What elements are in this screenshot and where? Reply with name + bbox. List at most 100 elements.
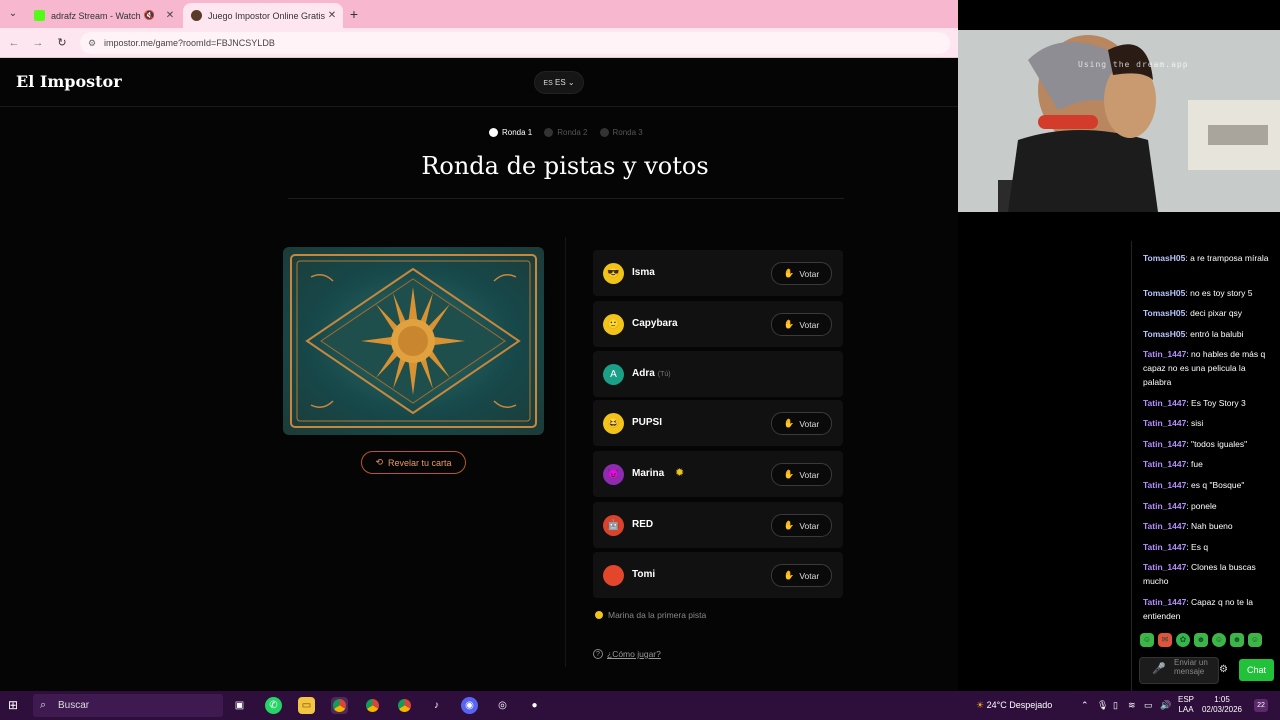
language-selector[interactable]: ES ES ⌄ <box>534 71 584 94</box>
how-to-play-link[interactable]: ? ¿Cómo jugar? <box>593 649 661 659</box>
whatsapp-icon[interactable]: ✆ <box>265 697 282 714</box>
emote-icon[interactable]: ✉ <box>1158 633 1172 647</box>
system-clock[interactable]: 1:05 02/03/2026 <box>1200 695 1244 715</box>
vote-button[interactable]: ✋ Votar <box>771 412 832 435</box>
chat-username[interactable]: Tatin_1447 <box>1143 398 1186 408</box>
back-arrow-icon[interactable]: ← <box>6 35 22 51</box>
tray-wifi-icon[interactable]: ≋ <box>1128 691 1136 720</box>
chat-username[interactable]: Tatin_1447 <box>1143 562 1186 572</box>
chat-message-input[interactable]: 🎤 Enviar un mensaje <box>1139 657 1219 684</box>
vote-button[interactable]: ✋ Votar <box>771 564 832 587</box>
player-avatar-icon: 😆 <box>603 413 624 434</box>
emote-icon[interactable]: ☺ <box>1140 633 1154 647</box>
tab-search-chevron-icon[interactable]: ⌄ <box>4 6 22 22</box>
browser-tab-kick[interactable]: adrafz Stream - Watch Live 🔇 ✕ <box>26 3 181 28</box>
brand-logo[interactable]: El Impostor <box>16 72 122 91</box>
chat-settings-gear-icon[interactable]: ⚙ <box>1219 664 1228 675</box>
player-row-tomi: ● Tomi ✋ Votar <box>593 552 843 598</box>
windows-taskbar: ⊞ ⌕ Buscar ▣ ✆ ▭ ♪ ◉ ◎ ● ☀ 24°C Despejad… <box>0 691 1280 720</box>
emote-icon[interactable]: ✿ <box>1176 633 1190 647</box>
send-chat-button[interactable]: Chat <box>1239 659 1274 681</box>
chat-input-placeholder: Enviar un mensaje <box>1174 658 1208 676</box>
emote-icon[interactable]: ☻ <box>1194 633 1208 647</box>
chrome-profile-3-icon[interactable] <box>396 697 413 714</box>
tray-app-icon[interactable]: ▯ <box>1113 691 1118 720</box>
close-tab-icon[interactable]: ✕ <box>163 10 177 21</box>
chat-message: Tatin_1447: sisi <box>1143 416 1275 430</box>
windows-start-icon[interactable]: ⊞ <box>8 698 22 712</box>
address-bar[interactable]: ⚙ impostor.me/game?roomId=FBJNCSYLDB <box>80 32 950 54</box>
new-tab-plus-icon[interactable]: + <box>346 6 362 22</box>
chat-username[interactable]: TomasH05 <box>1143 308 1185 318</box>
site-settings-icon[interactable]: ⚙ <box>88 32 96 54</box>
emote-icon[interactable]: ☺ <box>1212 633 1226 647</box>
tiktok-icon[interactable]: ♪ <box>428 697 445 714</box>
vote-button[interactable]: ✋ Votar <box>771 313 832 336</box>
tab-title: Juego Impostor Online Gratis <box>208 10 325 21</box>
github-icon[interactable]: ● <box>526 697 543 714</box>
you-tag: (Tú) <box>657 371 671 378</box>
chat-username[interactable]: Tatin_1447 <box>1143 459 1186 469</box>
microphone-icon[interactable]: 🎤 <box>1152 664 1166 675</box>
chat-username[interactable]: Tatin_1447 <box>1143 597 1186 607</box>
round-label: Ronda 1 <box>502 128 533 137</box>
tray-volume-icon[interactable]: 🔊 <box>1160 691 1171 720</box>
card-sun-ornament <box>290 254 537 428</box>
chat-username[interactable]: TomasH05 <box>1143 253 1185 263</box>
vote-label: Votar <box>799 469 820 480</box>
discord-icon[interactable]: ◉ <box>461 697 478 714</box>
player-avatar-icon: 😈 <box>603 464 624 485</box>
vote-button[interactable]: ✋ Votar <box>771 262 832 285</box>
reload-icon[interactable]: ↻ <box>54 35 70 51</box>
emote-icon[interactable]: ☺ <box>1248 633 1262 647</box>
close-tab-icon[interactable]: ✕ <box>325 10 339 21</box>
taskbar-search-box[interactable]: ⌕ Buscar <box>33 694 223 717</box>
tray-network-icon[interactable]: ▭ <box>1144 691 1153 720</box>
file-explorer-icon[interactable]: ▭ <box>298 697 315 714</box>
chat-message: TomasH05: deci pixar qsy <box>1143 306 1275 320</box>
chat-username[interactable]: Tatin_1447 <box>1143 349 1186 359</box>
weather-widget[interactable]: ☀ 24°C Despejado <box>976 691 1052 720</box>
chat-username[interactable]: TomasH05 <box>1143 288 1185 298</box>
round-step: Ronda 1 <box>489 128 532 137</box>
chat-username[interactable]: Tatin_1447 <box>1143 521 1186 531</box>
player-avatar-icon: A <box>603 364 624 385</box>
tray-chevron-up-icon[interactable]: ⌃ <box>1081 691 1089 720</box>
chat-username[interactable]: Tatin_1447 <box>1143 439 1186 449</box>
notification-badge[interactable]: 22 <box>1254 699 1268 712</box>
vote-button[interactable]: ✋ Votar <box>771 514 832 537</box>
chat-username[interactable]: Tatin_1447 <box>1143 501 1186 511</box>
forward-arrow-icon[interactable]: → <box>30 35 46 51</box>
browser-tab-impostor[interactable]: Juego Impostor Online Gratis ✕ <box>183 3 343 28</box>
chat-message: Tatin_1447: Capaz q no te la entienden <box>1143 595 1275 623</box>
player-row-capybara: 🙂 Capybara ✋ Votar <box>593 301 843 347</box>
hand-icon: ✋ <box>783 520 795 530</box>
obs-icon[interactable]: ◎ <box>494 697 511 714</box>
chrome-profile-2-icon[interactable] <box>364 697 381 714</box>
chat-username[interactable]: TomasH05 <box>1143 329 1185 339</box>
chat-username[interactable]: Tatin_1447 <box>1143 418 1186 428</box>
browser-tab-bar: ⌄ adrafz Stream - Watch Live 🔇 ✕ Juego I… <box>0 0 958 28</box>
webcam-overlay: Using the dream.app <box>958 30 1280 212</box>
header-divider <box>0 106 958 107</box>
round-label: Ronda 3 <box>612 128 643 137</box>
chrome-profile-1-icon[interactable] <box>331 697 348 714</box>
chat-text: "todos iguales" <box>1191 439 1248 449</box>
chat-message: TomasH05: no es toy story 5 <box>1143 286 1275 300</box>
chat-username[interactable]: Tatin_1447 <box>1143 542 1186 552</box>
chat-text: es q "Bosque" <box>1191 480 1245 490</box>
player-name: Isma <box>632 267 655 278</box>
task-view-icon[interactable]: ▣ <box>231 697 248 714</box>
chat-text: sisi <box>1191 418 1204 428</box>
secret-card-back[interactable] <box>283 247 544 435</box>
weather-text: 24°C Despejado <box>986 700 1053 710</box>
reveal-card-button[interactable]: ⟲ Revelar tu carta <box>361 451 466 474</box>
chat-username[interactable]: Tatin_1447 <box>1143 480 1186 490</box>
tray-microphone-icon[interactable]: 🎙 <box>1097 691 1108 720</box>
chat-message: Tatin_1447: no hables de más q capaz no … <box>1143 347 1275 389</box>
muted-speaker-icon[interactable]: 🔇 <box>144 10 155 21</box>
emote-icon[interactable]: ☻ <box>1230 633 1244 647</box>
chat-text: Nah bueno <box>1191 521 1233 531</box>
vote-button[interactable]: ✋ Votar <box>771 463 832 486</box>
input-language-indicator[interactable]: ESP LAA <box>1172 695 1200 715</box>
